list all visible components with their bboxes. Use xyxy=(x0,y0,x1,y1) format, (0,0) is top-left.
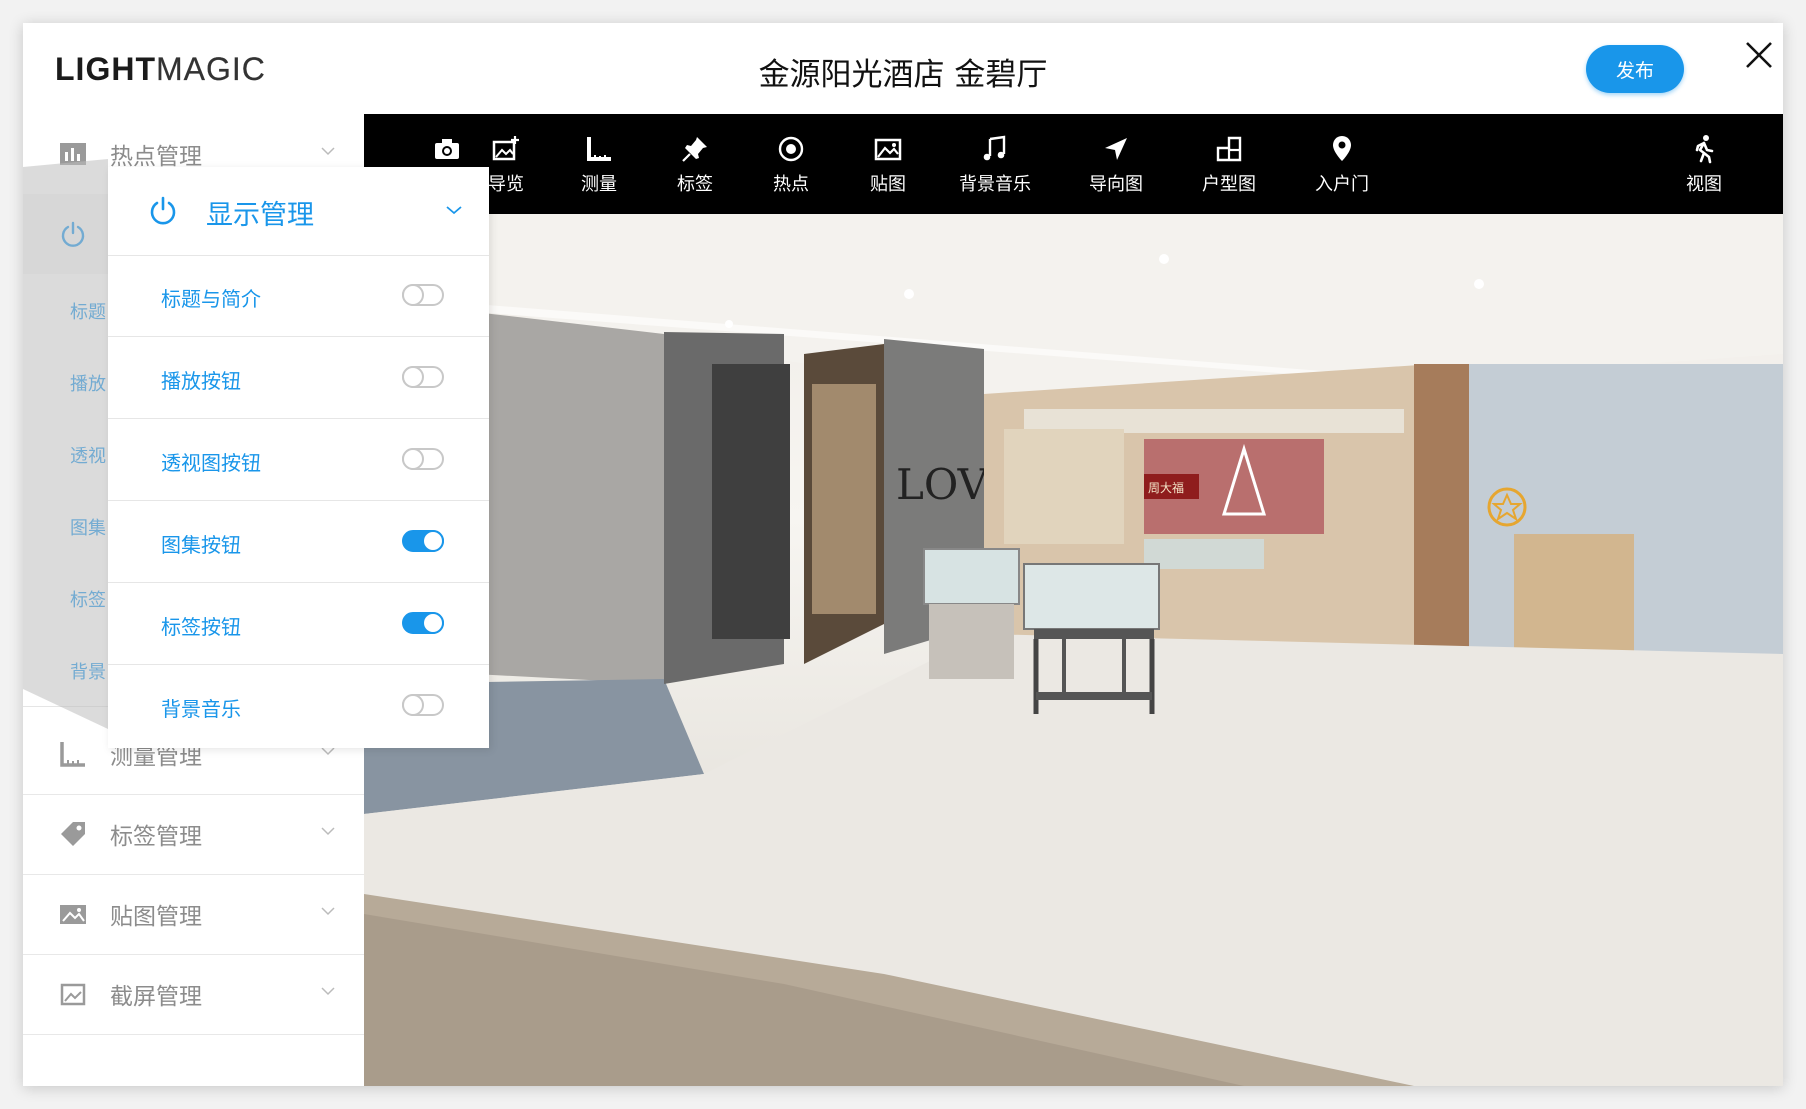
toggle-knob xyxy=(402,694,424,716)
toolbar-entrance-button[interactable]: 入户门 xyxy=(1282,134,1402,196)
toolbar-label: 导向图 xyxy=(1089,174,1143,195)
store-signage: 周大福 xyxy=(1148,480,1184,495)
sidebar-item-label: 热点管理 xyxy=(110,144,202,170)
setting-row-play-button: 播放按钮 xyxy=(108,337,489,419)
tag-icon xyxy=(61,822,85,846)
toolbar-label: 户型图 xyxy=(1202,174,1256,195)
toggle-knob xyxy=(402,284,424,306)
toggle-knob xyxy=(402,448,424,470)
pin-icon xyxy=(682,137,707,162)
setting-label: 标签按钮 xyxy=(161,615,241,639)
chevron-down-icon xyxy=(446,206,462,215)
chevron-down-icon xyxy=(321,907,335,916)
toggle-switch[interactable] xyxy=(402,694,444,716)
toolbar-navigation-button[interactable]: 导向图 xyxy=(1056,134,1176,196)
toolbar-label: 热点 xyxy=(773,174,809,195)
toolbar-music-button[interactable]: 背景音乐 xyxy=(935,134,1055,196)
toggle-knob xyxy=(422,530,444,552)
toggle-knob xyxy=(422,612,444,634)
logo-light-text: MAGIC xyxy=(155,51,266,87)
toolbar-label: 贴图 xyxy=(870,174,906,195)
toolbar-label: 测量 xyxy=(581,174,617,195)
logo: LIGHT MAGIC xyxy=(55,51,266,91)
chevron-down-icon xyxy=(321,147,335,156)
toolbar-hotspot-button[interactable]: 热点 xyxy=(746,134,836,196)
hotspot-icon xyxy=(778,136,804,162)
header: LIGHT MAGIC 金源阳光酒店 金碧厅 发布 xyxy=(23,23,1783,114)
setting-row-background-music: 背景音乐 xyxy=(108,665,489,746)
toolbar-measure-button[interactable]: 测量 xyxy=(554,134,644,196)
setting-label: 播放按钮 xyxy=(161,369,241,393)
sidebar-item-label: 标签管理 xyxy=(110,824,202,850)
guide-image-icon xyxy=(492,136,519,161)
sidebar-item-label: 截屏管理 xyxy=(110,984,202,1010)
sidebar-item-sticker[interactable]: 贴图管理 xyxy=(23,874,364,955)
camera-icon xyxy=(435,139,459,159)
setting-row-title-intro: 标题与简介 xyxy=(108,255,489,337)
floorplan-icon xyxy=(1216,136,1242,162)
setting-row-tag-button: 标签按钮 xyxy=(108,583,489,665)
sticker-icon xyxy=(874,138,902,161)
image-icon xyxy=(60,905,86,924)
setting-row-gallery-button: 图集按钮 xyxy=(108,501,489,583)
walk-icon xyxy=(1695,135,1714,164)
display-management-header[interactable]: 显示管理 xyxy=(108,167,489,256)
chevron-down-icon xyxy=(321,827,335,836)
viewer-toolbar: 导览 测量 标签 热点 贴图 背景音乐 导向图 户型图 入户门 视图 xyxy=(364,114,1783,214)
toggle-switch[interactable] xyxy=(402,612,444,634)
setting-label: 标题与简介 xyxy=(161,287,261,311)
close-icon[interactable] xyxy=(1739,35,1779,75)
panorama-viewer[interactable]: 导览 测量 标签 热点 贴图 背景音乐 导向图 户型图 入户门 视图 LOVE … xyxy=(364,114,1783,1086)
page-title: 金源阳光酒店 金碧厅 xyxy=(758,57,1048,93)
toolbar-label: 标签 xyxy=(677,174,713,195)
location-pin-icon xyxy=(1333,136,1351,161)
toggle-switch[interactable] xyxy=(402,284,444,306)
screenshot-icon xyxy=(60,983,86,1006)
toolbar-label: 入户门 xyxy=(1315,174,1369,195)
panel-title: 显示管理 xyxy=(206,200,314,231)
display-management-panel: 显示管理 标题与简介 播放按钮 透视图按钮 图集按钮 标签按钮 背景音乐 xyxy=(108,167,489,748)
ruler-icon xyxy=(60,742,85,767)
toolbar-label: 背景音乐 xyxy=(959,174,1031,195)
panel-fold-shadow xyxy=(23,159,108,729)
setting-label: 图集按钮 xyxy=(161,533,241,557)
chevron-down-icon xyxy=(321,987,335,996)
toolbar-label: 视图 xyxy=(1686,174,1722,195)
toolbar-floorplan-button[interactable]: 户型图 xyxy=(1169,134,1289,196)
power-icon xyxy=(150,196,176,225)
publish-button[interactable]: 发布 xyxy=(1586,45,1684,93)
setting-label: 透视图按钮 xyxy=(161,451,261,475)
toggle-switch[interactable] xyxy=(402,530,444,552)
toggle-switch[interactable] xyxy=(402,448,444,470)
toolbar-sticker-button[interactable]: 贴图 xyxy=(843,134,933,196)
toolbar-tag-button[interactable]: 标签 xyxy=(650,134,740,196)
toggle-knob xyxy=(402,366,424,388)
logo-bold-text: LIGHT xyxy=(55,51,156,87)
sidebar-item-tag[interactable]: 标签管理 xyxy=(23,794,364,875)
toggle-switch[interactable] xyxy=(402,366,444,388)
setting-row-perspective-button: 透视图按钮 xyxy=(108,419,489,501)
navigation-icon xyxy=(1105,138,1127,160)
panorama-scene[interactable]: LOVE 周大福 xyxy=(364,214,1783,1086)
measure-icon xyxy=(587,137,611,161)
sidebar-item-label: 贴图管理 xyxy=(110,904,202,930)
music-icon xyxy=(983,135,1006,161)
toolbar-view-button[interactable]: 视图 xyxy=(1659,134,1749,196)
sidebar-item-screenshot[interactable]: 截屏管理 xyxy=(23,954,364,1035)
setting-label: 背景音乐 xyxy=(161,697,241,721)
